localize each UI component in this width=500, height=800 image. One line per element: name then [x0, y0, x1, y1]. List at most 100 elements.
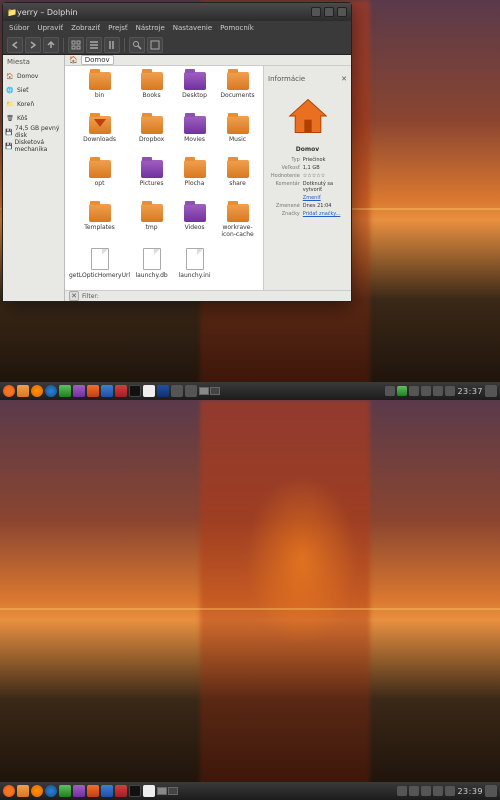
file-item[interactable]: workrave-icon-cache: [216, 204, 259, 246]
file-item[interactable]: launchy.ini: [173, 248, 216, 290]
launcher-thunderbird-icon[interactable]: [45, 785, 57, 797]
place-trash[interactable]: 🗑Kôš: [3, 111, 64, 125]
file-item[interactable]: Templates: [69, 204, 130, 246]
launcher-icon[interactable]: [101, 785, 113, 797]
launcher-icon[interactable]: [101, 385, 113, 397]
menu-edit[interactable]: Upraviť: [37, 24, 63, 32]
shutdown-icon[interactable]: [485, 385, 497, 397]
launcher-terminal-icon[interactable]: [129, 385, 141, 397]
workspace-switcher[interactable]: [157, 787, 178, 795]
file-item[interactable]: tmp: [130, 204, 173, 246]
place-network[interactable]: 🌐Sieť: [3, 83, 64, 97]
launcher-files-icon[interactable]: [17, 785, 29, 797]
file-item[interactable]: Desktop: [173, 72, 216, 114]
launcher-pidgin-icon[interactable]: [73, 385, 85, 397]
launcher-icon[interactable]: [143, 385, 155, 397]
tray-icon[interactable]: [433, 786, 443, 796]
panel-close-icon[interactable]: ✕: [341, 75, 347, 83]
launcher-files-icon[interactable]: [17, 385, 29, 397]
forward-button[interactable]: [25, 37, 41, 53]
tray-network-icon[interactable]: [409, 386, 419, 396]
shutdown-icon[interactable]: [485, 785, 497, 797]
info-key: Zmenené: [268, 203, 303, 209]
file-item[interactable]: Books: [130, 72, 173, 114]
preview-button[interactable]: [147, 37, 163, 53]
menu-help[interactable]: Pomocník: [220, 24, 254, 32]
file-item[interactable]: opt: [69, 160, 130, 202]
tray-icon[interactable]: [445, 786, 455, 796]
launcher-thunderbird-icon[interactable]: [45, 385, 57, 397]
tray-icon[interactable]: [397, 786, 407, 796]
places-header: Miesta: [3, 55, 64, 69]
launcher-pidgin-icon[interactable]: [73, 785, 85, 797]
menu-view[interactable]: Zobraziť: [71, 24, 100, 32]
launcher-vlc-icon[interactable]: [87, 385, 99, 397]
tray-icon[interactable]: [385, 386, 395, 396]
file-item[interactable]: Documents: [216, 72, 259, 114]
breadcrumb-home[interactable]: Domov: [81, 55, 114, 65]
tray-icon[interactable]: [397, 386, 407, 396]
menu-go[interactable]: Prejsť: [108, 24, 127, 32]
home-large-icon: [286, 94, 330, 138]
file-item[interactable]: Movies: [173, 116, 216, 158]
file-item[interactable]: Videos: [173, 204, 216, 246]
launcher-icon[interactable]: [59, 385, 71, 397]
place-floppy[interactable]: 💾Disketová mechanika: [3, 139, 64, 153]
info-value[interactable]: Zmeniť: [303, 195, 347, 201]
info-value: Dotknutý sa vytvoriť: [303, 181, 347, 193]
titlebar[interactable]: 📁 yerry – Dolphin: [3, 3, 351, 21]
start-menu-icon[interactable]: [3, 385, 15, 397]
file-item[interactable]: Plocha: [173, 160, 216, 202]
close-button[interactable]: [337, 7, 347, 17]
launcher-terminal-icon[interactable]: [129, 785, 141, 797]
maximize-button[interactable]: [324, 7, 334, 17]
panel-bottom[interactable]: 23:39: [0, 782, 500, 800]
launcher-icon[interactable]: [171, 385, 183, 397]
file-item[interactable]: Downloads: [69, 116, 130, 158]
launcher-virtualbox-icon[interactable]: [157, 385, 169, 397]
file-item[interactable]: Music: [216, 116, 259, 158]
tray-icon[interactable]: [433, 386, 443, 396]
tray-volume-icon[interactable]: [421, 386, 431, 396]
up-button[interactable]: [43, 37, 59, 53]
clock[interactable]: 23:39: [457, 787, 483, 796]
tray-icon[interactable]: [445, 386, 455, 396]
file-grid[interactable]: binBooksDesktopDocuments Downloads Dropbox…: [65, 66, 263, 290]
tray-volume-icon[interactable]: [421, 786, 431, 796]
place-disk[interactable]: 💾74,5 GB pevný disk: [3, 125, 64, 139]
place-root[interactable]: 📁Koreň: [3, 97, 64, 111]
menu-file[interactable]: Súbor: [9, 24, 29, 32]
file-item[interactable]: getLOpticHomeryUrl: [69, 248, 130, 290]
file-item[interactable]: Dropbox: [130, 116, 173, 158]
launcher-vlc-icon[interactable]: [87, 785, 99, 797]
details-view-button[interactable]: [86, 37, 102, 53]
start-menu-icon[interactable]: [3, 785, 15, 797]
find-button[interactable]: [129, 37, 145, 53]
launcher-icon[interactable]: [59, 785, 71, 797]
launcher-firefox-icon[interactable]: [31, 385, 43, 397]
file-item[interactable]: share: [216, 160, 259, 202]
launcher-icon[interactable]: [115, 385, 127, 397]
workspace-switcher[interactable]: [199, 387, 220, 395]
menu-settings[interactable]: Nastavenie: [173, 24, 212, 32]
file-item[interactable]: bin: [69, 72, 130, 114]
launcher-icon[interactable]: [143, 785, 155, 797]
place-home[interactable]: 🏠Domov: [3, 69, 64, 83]
tray-network-icon[interactable]: [409, 786, 419, 796]
clock[interactable]: 23:37: [457, 387, 483, 396]
location-bar: 🏠 Domov: [65, 55, 351, 66]
panel-top[interactable]: 23:37: [0, 382, 500, 400]
minimize-button[interactable]: [311, 7, 321, 17]
file-label: Downloads: [83, 136, 116, 143]
icons-view-button[interactable]: [68, 37, 84, 53]
launcher-icon[interactable]: [115, 785, 127, 797]
info-value[interactable]: Pridať značky...: [303, 211, 347, 217]
launcher-firefox-icon[interactable]: [31, 785, 43, 797]
columns-view-button[interactable]: [104, 37, 120, 53]
back-button[interactable]: [7, 37, 23, 53]
filter-close-button[interactable]: ✕: [69, 291, 79, 301]
menu-tools[interactable]: Nástroje: [136, 24, 165, 32]
file-item[interactable]: Pictures: [130, 160, 173, 202]
file-item[interactable]: launchy.db: [130, 248, 173, 290]
launcher-icon[interactable]: [185, 385, 197, 397]
